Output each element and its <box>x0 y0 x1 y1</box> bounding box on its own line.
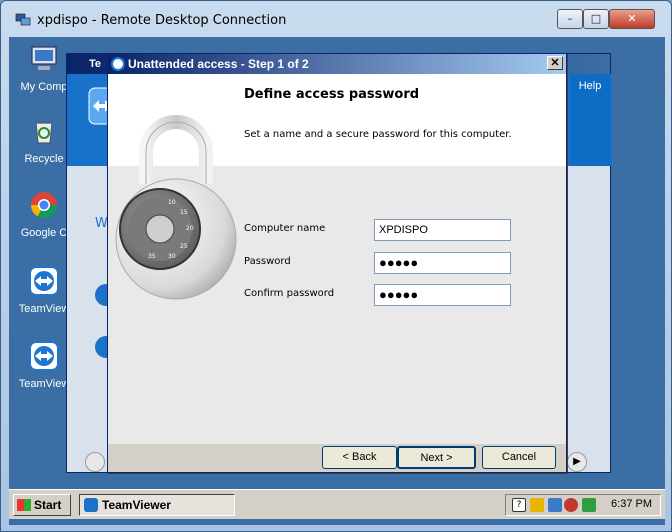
recycle-bin-icon <box>35 122 53 144</box>
rdp-titlebar[interactable]: xpdispo - Remote Desktop Connection – □ … <box>1 1 671 37</box>
window-title: xpdispo - Remote Desktop Connection <box>37 13 287 28</box>
unattended-access-dialog: Unattended access - Step 1 of 2 ✕ 10 15 … <box>107 53 567 473</box>
teamviewer-small-icon <box>111 57 125 71</box>
maximize-button[interactable]: □ <box>583 9 609 29</box>
close-button[interactable]: ✕ <box>609 9 655 29</box>
teamviewer-icon <box>29 341 59 371</box>
svg-text:20: 20 <box>186 225 194 232</box>
padlock-icon: 10 15 20 25 30 35 <box>115 115 237 300</box>
taskbar: Start TeamViewer ? 6:37 PM <box>9 489 665 519</box>
minimize-button[interactable]: – <box>557 9 583 29</box>
dialog-titlebar[interactable]: Unattended access - Step 1 of 2 ✕ <box>108 54 566 74</box>
svg-text:25: 25 <box>180 243 188 250</box>
teamviewer-scroll-left[interactable] <box>85 452 105 472</box>
security-shield-icon[interactable] <box>530 498 544 512</box>
remote-desktop: My Comp Recycle Google C TeamView TeamVi… <box>9 37 665 525</box>
update-icon[interactable] <box>582 498 596 512</box>
back-button[interactable]: < Back <box>322 446 397 469</box>
cancel-button[interactable]: Cancel <box>482 446 556 469</box>
confirm-password-label: Confirm password <box>244 288 335 299</box>
computer-name-input[interactable]: XPDISPO <box>374 219 511 241</box>
svg-text:15: 15 <box>180 209 188 216</box>
taskbar-item-teamviewer[interactable]: TeamViewer <box>79 494 235 516</box>
help-icon[interactable]: ? <box>512 498 526 512</box>
teamviewer-scroll-right[interactable]: ▶ <box>567 452 587 472</box>
dialog-heading: Define access password <box>244 87 420 102</box>
teamviewer-title-fragment: Te <box>89 58 102 70</box>
teamviewer-icon <box>29 266 59 296</box>
svg-text:30: 30 <box>168 253 176 260</box>
remote-desktop-icon <box>15 13 31 26</box>
taskbar-item-label: TeamViewer <box>102 498 171 512</box>
start-label: Start <box>34 498 62 512</box>
clock: 6:37 PM <box>611 498 652 510</box>
password-label: Password <box>244 256 291 267</box>
windows-logo-icon <box>17 499 31 511</box>
next-button[interactable]: Next > <box>397 446 476 469</box>
teamviewer-partial-text: W <box>95 216 108 231</box>
help-menu[interactable]: Help <box>570 74 610 166</box>
dialog-description: Set a name and a secure password for thi… <box>244 129 512 140</box>
start-button[interactable]: Start <box>13 494 71 516</box>
password-input[interactable]: ●●●●● <box>374 252 511 274</box>
dialog-title: Unattended access - Step 1 of 2 <box>128 57 309 71</box>
network-icon[interactable] <box>548 498 562 512</box>
alert-icon[interactable] <box>564 498 578 512</box>
dialog-close-button[interactable]: ✕ <box>547 56 563 70</box>
dialog-footer: < Back Next > Cancel <box>108 444 566 472</box>
computer-name-label: Computer name <box>244 223 326 234</box>
remote-desktop-window: xpdispo - Remote Desktop Connection – □ … <box>0 0 672 532</box>
my-computer-icon <box>31 46 57 70</box>
svg-text:35: 35 <box>148 253 156 260</box>
dialog-content: 10 15 20 25 30 35 Define access password Set… <box>108 74 566 444</box>
teamviewer-icon <box>84 498 98 512</box>
chrome-icon <box>30 192 58 219</box>
confirm-password-input[interactable]: ●●●●● <box>374 284 511 306</box>
svg-text:10: 10 <box>168 199 176 206</box>
system-tray: ? 6:37 PM <box>505 494 661 516</box>
